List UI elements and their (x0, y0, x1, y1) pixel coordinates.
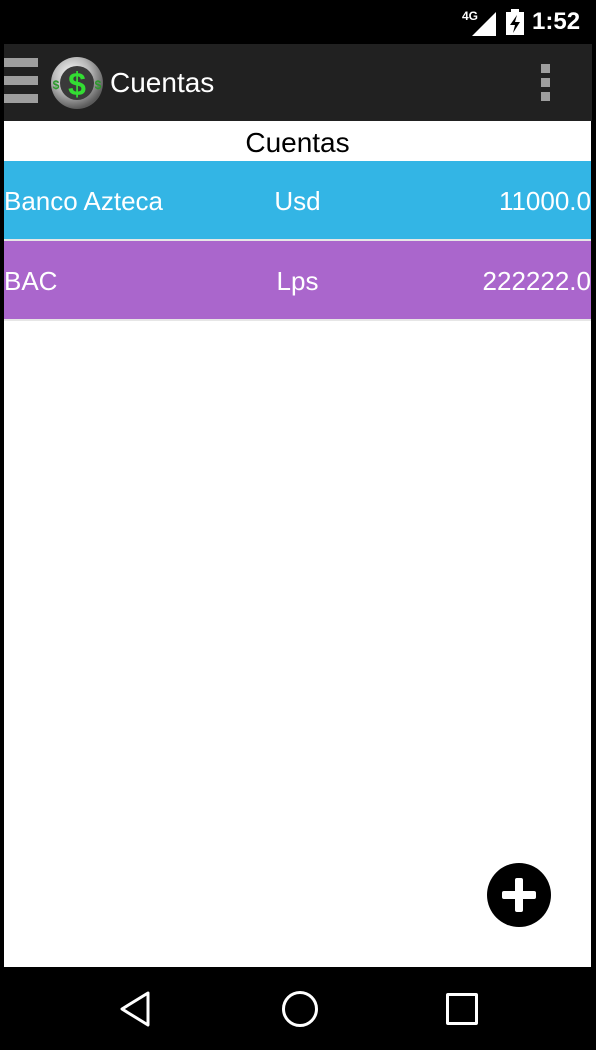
screen: 4G 1:52 $ $ $ Cuentas Cuentas Banco Azte… (0, 0, 596, 1050)
section-title: Cuentas (245, 127, 350, 158)
recents-icon[interactable] (446, 993, 478, 1025)
svg-text:$: $ (68, 66, 86, 102)
app-title: Cuentas (110, 67, 215, 98)
account-row[interactable]: BAC Lps 222222.0 (4, 241, 591, 319)
svg-text:$: $ (95, 78, 102, 92)
account-amount: 11000.0 (498, 186, 591, 216)
account-amount: 222222.0 (482, 266, 591, 296)
add-account-button[interactable] (487, 863, 551, 927)
battery-icon (506, 9, 524, 35)
back-icon[interactable] (118, 989, 152, 1029)
overflow-menu-icon[interactable] (538, 64, 552, 102)
svg-text:$: $ (53, 78, 60, 92)
account-currency: Usd (274, 186, 321, 216)
account-row[interactable]: Banco Azteca Usd 11000.0 (4, 161, 591, 239)
signal-icon: 4G (462, 9, 496, 36)
row-divider (4, 319, 591, 321)
network-label: 4G (462, 9, 478, 23)
main-content: Cuentas Banco Azteca Usd 11000.0 BAC Lps… (4, 121, 591, 967)
drawer-menu-icon[interactable] (4, 58, 40, 108)
status-bar: 4G 1:52 (0, 0, 596, 44)
home-icon[interactable] (282, 991, 318, 1027)
action-bar: $ $ $ Cuentas (4, 44, 592, 121)
account-name: Banco Azteca (4, 186, 163, 216)
dollar-coin-icon[interactable]: $ $ $ (50, 56, 104, 110)
account-name: BAC (4, 266, 58, 296)
status-time: 1:52 (532, 8, 581, 35)
account-currency: Lps (276, 266, 319, 296)
navigation-bar (0, 967, 596, 1050)
